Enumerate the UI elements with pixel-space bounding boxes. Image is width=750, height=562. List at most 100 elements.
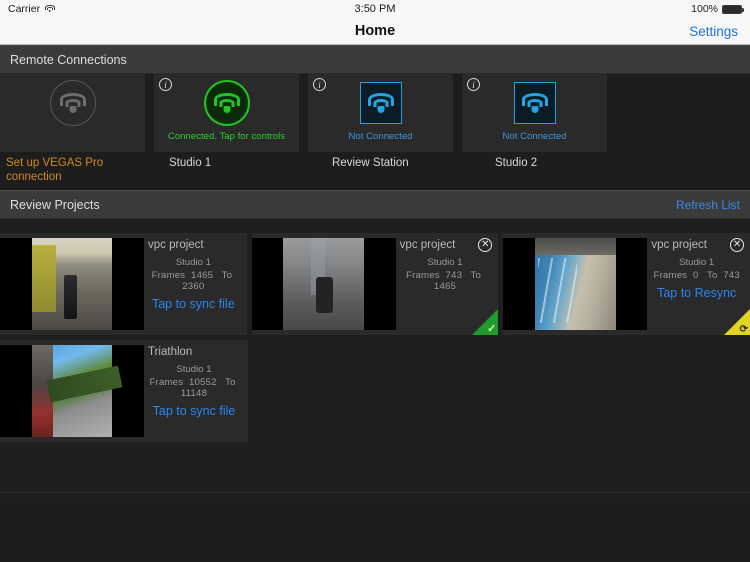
project-studio: Studio 1 — [176, 364, 212, 375]
to-label: To — [225, 377, 236, 388]
frames-label: Frames — [406, 270, 440, 281]
label-gap — [474, 152, 486, 190]
project-thumbnail — [503, 238, 648, 330]
status-bar-clock: 3:50 PM — [354, 3, 396, 15]
connection-status-text — [0, 132, 145, 135]
wifi-icon — [521, 93, 548, 113]
battery-percent-label: 100% — [691, 3, 718, 15]
refresh-list-button[interactable]: Refresh List — [676, 198, 740, 212]
project-meta: Triathlon Studio 1 Frames 10552 To 11148… — [144, 340, 248, 442]
project-meta: vpc project Studio 1 Frames 1465 To 2360… — [144, 233, 247, 335]
connection-status-text: Not Connected — [502, 131, 567, 142]
info-icon[interactable]: i — [313, 78, 326, 91]
frame-from: 10552 — [188, 377, 217, 388]
remote-connections-title: Remote Connections — [10, 52, 127, 67]
connection-label-studio-1: Studio 1 — [169, 157, 212, 169]
project-frames: Frames 10552 To 11148 — [148, 377, 240, 399]
remote-connections-strip: i Connected. Tap for controls i Not Conn… — [0, 74, 750, 152]
frames-label: Frames — [151, 270, 186, 281]
check-icon: ✓ — [487, 323, 497, 335]
settings-button[interactable]: Settings — [689, 24, 738, 39]
to-label: To — [221, 270, 233, 281]
thumbnail-image — [535, 238, 616, 330]
connection-icon-wrap — [462, 74, 607, 132]
frame-from: 743 — [445, 270, 463, 281]
info-icon[interactable]: i — [159, 78, 172, 91]
project-row: Triathlon Studio 1 Frames 10552 To 11148… — [0, 340, 750, 442]
project-frames: Frames 0 To 743 — [651, 270, 742, 281]
resync-icon: ⟳ — [739, 324, 749, 335]
review-projects-header: Review Projects Refresh List — [0, 190, 750, 219]
frames-label: Frames — [653, 270, 688, 281]
thumbnail-image — [31, 238, 113, 330]
connection-label-setup[interactable]: Set up VEGAS Pro connection — [0, 152, 145, 190]
review-projects-list: vpc project Studio 1 Frames 1465 To 2360… — [0, 219, 750, 505]
connection-icon-wrap — [0, 74, 145, 132]
frame-to: 1465 — [433, 281, 457, 292]
tile-gap — [148, 74, 151, 152]
status-bar-right: 100% — [691, 3, 744, 15]
project-action-button[interactable]: Tap to sync file — [148, 297, 239, 311]
to-label: To — [706, 270, 718, 281]
connection-labels-row: Set up VEGAS Pro connection Studio 1 Rev… — [0, 152, 750, 190]
thumbnail-image — [283, 238, 364, 330]
project-studio: Studio 1 — [427, 257, 463, 268]
wifi-icon — [59, 93, 86, 113]
info-icon[interactable]: i — [467, 78, 480, 91]
project-action-button[interactable]: Tap to Resync — [651, 286, 742, 300]
wifi-square-blue — [513, 82, 556, 124]
to-label: To — [470, 270, 482, 281]
review-projects-title: Review Projects — [10, 197, 100, 212]
project-thumbnail — [0, 345, 144, 437]
connection-label-studio-2: Studio 2 — [495, 157, 538, 169]
project-card[interactable]: vpc project Studio 1 Frames 743 To 1465 … — [251, 233, 499, 335]
wifi-circle-grey — [49, 80, 96, 126]
project-frames: Frames 743 To 1465 — [400, 270, 491, 292]
bottom-divider — [0, 492, 750, 493]
page-title: Home — [354, 23, 396, 39]
frame-to: 743 — [723, 270, 740, 281]
connection-tile-setup[interactable] — [0, 74, 145, 152]
wifi-square-blue — [359, 82, 402, 124]
frame-to: 11148 — [180, 388, 208, 399]
project-name: vpc project — [651, 239, 707, 251]
remote-connections-header: Remote Connections — [0, 45, 750, 74]
connection-label-review-station: Review Station — [332, 157, 409, 169]
project-frames: Frames 1465 To 2360 — [148, 270, 239, 292]
label-gap — [148, 152, 160, 190]
project-thumbnail — [251, 238, 396, 330]
project-studio: Studio 1 — [679, 257, 715, 268]
project-card[interactable]: vpc project Studio 1 Frames 0 To 743 Tap… — [503, 233, 750, 335]
frame-from: 0 — [692, 270, 699, 281]
project-card[interactable]: vpc project Studio 1 Frames 1465 To 2360… — [0, 233, 247, 335]
connection-tile-studio-1[interactable]: i Connected. Tap for controls — [154, 74, 299, 152]
connection-status-text: Not Connected — [348, 131, 413, 142]
connection-tile-studio-2[interactable]: i Not Connected — [462, 74, 607, 152]
frame-to: 2360 — [182, 281, 205, 292]
frame-from: 1465 — [191, 270, 214, 281]
ios-status-bar: Carrier 3:50 PM 100% — [0, 0, 750, 18]
tile-gap — [456, 74, 459, 152]
tile-gap — [302, 74, 305, 152]
battery-full-icon — [722, 4, 744, 14]
wifi-icon — [367, 93, 394, 113]
connection-tile-review-station[interactable]: i Not Connected — [308, 74, 453, 152]
navigation-bar: Home Settings — [0, 18, 750, 45]
project-name: vpc project — [148, 239, 204, 251]
project-card[interactable]: Triathlon Studio 1 Frames 10552 To 11148… — [0, 340, 248, 442]
project-name: Triathlon — [148, 346, 193, 358]
connection-icon-wrap — [154, 74, 299, 132]
project-thumbnail — [0, 238, 144, 330]
wifi-icon — [213, 93, 240, 113]
connection-status-text: Connected. Tap for controls — [167, 131, 286, 142]
project-name: vpc project — [399, 239, 456, 251]
frames-label: Frames — [149, 377, 184, 388]
project-row: vpc project Studio 1 Frames 1465 To 2360… — [0, 233, 750, 335]
wifi-circle-green — [203, 80, 250, 126]
thumbnail-image — [31, 345, 113, 437]
close-icon[interactable]: ✕ — [730, 238, 745, 252]
label-gap — [311, 152, 323, 190]
project-studio: Studio 1 — [175, 257, 211, 268]
connection-icon-wrap — [308, 74, 453, 132]
project-action-button[interactable]: Tap to sync file — [148, 404, 240, 418]
